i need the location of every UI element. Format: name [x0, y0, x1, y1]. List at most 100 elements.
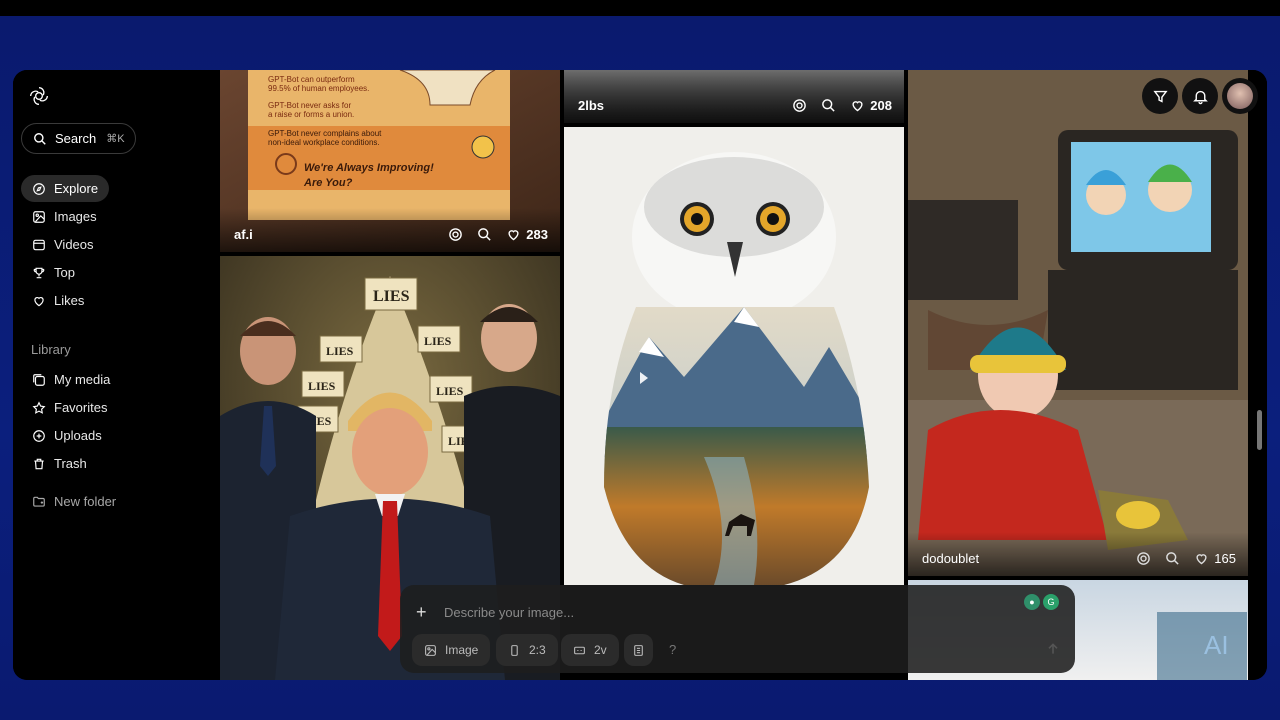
poster-line: GPT-Bot never asks for [268, 101, 351, 110]
sidebar-item-label: Top [54, 265, 75, 280]
scrollbar-thumb[interactable] [1257, 410, 1262, 450]
poster-slogan: Are You? [303, 177, 353, 189]
sidebar: Search ⌘K Explore Images Videos Top Like… [13, 70, 220, 680]
poster-slogan: We're Always Improving! [304, 162, 434, 174]
heart-icon [34, 296, 44, 306]
sidebar-item-label: My media [54, 372, 111, 387]
sidebar-item-label: Videos [54, 237, 94, 252]
variations-label: 2v [594, 643, 607, 657]
notifications-button[interactable] [1182, 78, 1218, 114]
trophy-icon [33, 267, 45, 278]
style-button[interactable] [624, 634, 653, 666]
search-icon[interactable] [821, 98, 836, 113]
heart-icon [1196, 554, 1207, 565]
folder-plus-icon [33, 496, 45, 507]
sidebar-item-top[interactable]: Top [21, 259, 86, 286]
sidebar-item-trash[interactable]: Trash [21, 450, 98, 477]
watermark-text: AI [1204, 630, 1229, 660]
paper-label: LIES [436, 384, 464, 398]
tile-username[interactable]: dodoublet [922, 551, 979, 566]
paper-label: LIES [424, 334, 452, 348]
like-count: 283 [526, 227, 548, 242]
tile-username[interactable]: 2lbs [578, 98, 604, 113]
logo-icon[interactable] [29, 86, 49, 106]
tile-overlay: 2lbs 208 [564, 70, 904, 123]
sidebar-item-label: Favorites [54, 400, 108, 415]
like-count: 208 [870, 98, 892, 113]
compass-icon [33, 182, 45, 195]
like-button[interactable]: 208 [850, 98, 892, 113]
prompt-composer: + Describe your image... ● G Image 2:3 2… [400, 585, 1075, 673]
sidebar-item-videos[interactable]: Videos [21, 231, 105, 258]
paper-label: LIES [326, 344, 354, 358]
new-folder-button[interactable]: New folder [21, 488, 127, 515]
aspect-ratio-label: 2:3 [529, 643, 546, 657]
sidebar-item-uploads[interactable]: Uploads [21, 422, 113, 449]
extension-badges: ● G [1024, 594, 1059, 610]
avatar [1227, 83, 1253, 109]
search-button[interactable]: Search ⌘K [21, 123, 136, 154]
poster-line: GPT-Bot never complains about [268, 129, 382, 138]
remix-icon[interactable] [448, 227, 463, 242]
variations-button[interactable]: 2v [561, 634, 619, 666]
prompt-input[interactable]: Describe your image... [444, 605, 574, 620]
heart-icon [852, 101, 863, 112]
poster-line: 99.5% of human employees. [268, 84, 369, 93]
help-button[interactable]: ? [669, 642, 676, 657]
app-window: Search ⌘K Explore Images Videos Top Like… [13, 70, 1267, 680]
avatar-button[interactable] [1222, 78, 1258, 114]
sidebar-item-label: Explore [54, 181, 99, 196]
gallery-tile[interactable]: dodoublet 165 [908, 70, 1248, 576]
filter-button[interactable] [1142, 78, 1178, 114]
gallery-tile-video[interactable] [564, 127, 904, 585]
remix-icon[interactable] [792, 98, 807, 113]
video-icon [33, 239, 45, 250]
search-shortcut: ⌘K [106, 133, 125, 145]
gallery-tile[interactable]: GPT-Bot can outperform 99.5% of human em… [220, 70, 560, 252]
sidebar-item-label: Trash [54, 456, 87, 471]
search-icon[interactable] [1165, 551, 1180, 566]
media-type-button[interactable]: Image [412, 634, 491, 666]
sidebar-item-explore[interactable]: Explore [21, 175, 110, 202]
library-heading: Library [31, 342, 71, 357]
poster-line: GPT-Bot can outperform [268, 75, 355, 84]
tile-overlay: dodoublet 165 [908, 532, 1248, 576]
poster-line: non-ideal workplace conditions. [268, 138, 380, 147]
boy-tv-image [908, 70, 1248, 576]
variations-icon [574, 646, 585, 654]
media-type-label: Image [445, 643, 479, 657]
send-arrow-icon[interactable] [1045, 641, 1061, 657]
gallery-tile[interactable]: 2lbs 208 [564, 70, 904, 123]
sidebar-item-favorites[interactable]: Favorites [21, 394, 118, 421]
paper-label: LIES [308, 379, 336, 393]
grammar-icon[interactable]: G [1043, 594, 1059, 610]
search-icon[interactable] [477, 227, 492, 242]
add-attachment-button[interactable]: + [416, 602, 427, 623]
poster-line: a raise or forms a union. [268, 110, 354, 119]
media-icon [33, 373, 45, 386]
sidebar-item-my-media[interactable]: My media [21, 366, 121, 393]
book-icon [634, 644, 643, 656]
tile-overlay: af.i 283 [220, 208, 560, 252]
like-button[interactable]: 283 [506, 227, 548, 242]
sidebar-item-label: Likes [54, 293, 85, 308]
sidebar-item-likes[interactable]: Likes [21, 287, 95, 314]
watermark-panel [1157, 612, 1247, 680]
trash-icon [34, 458, 44, 469]
search-icon [34, 132, 46, 145]
like-count: 165 [1214, 551, 1236, 566]
new-folder-label: New folder [54, 494, 117, 509]
heart-icon [508, 230, 519, 241]
paper-label: LIES [373, 288, 410, 305]
image-icon [33, 210, 45, 223]
sidebar-item-images[interactable]: Images [21, 203, 108, 230]
aspect-ratio-button[interactable]: 2:3 [496, 634, 558, 666]
star-icon [32, 400, 46, 414]
tile-username[interactable]: af.i [234, 227, 253, 242]
extension-icon[interactable]: ● [1024, 594, 1040, 610]
search-label: Search [55, 131, 97, 146]
like-button[interactable]: 165 [1194, 551, 1236, 566]
remix-icon[interactable] [1136, 551, 1151, 566]
sidebar-item-label: Images [54, 209, 97, 224]
image-icon [425, 644, 436, 656]
